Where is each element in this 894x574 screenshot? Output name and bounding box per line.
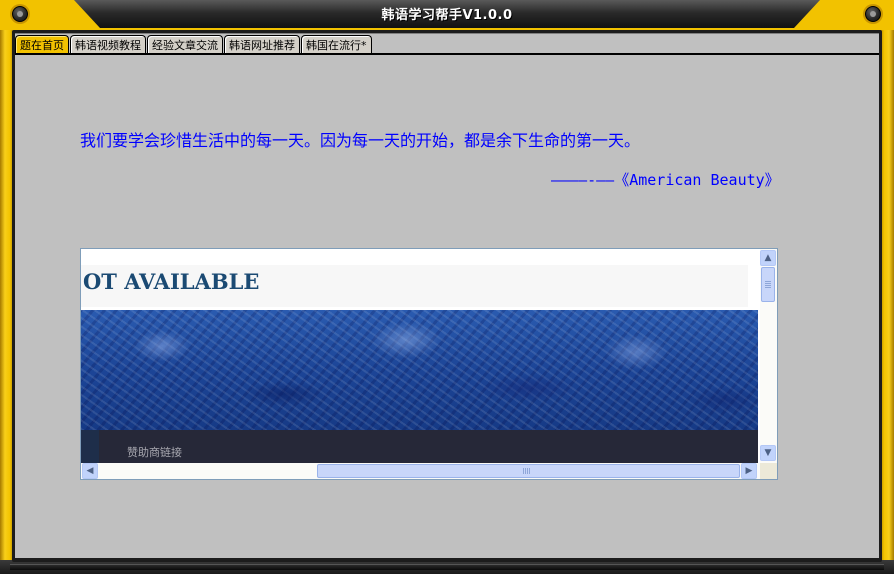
horizontal-scroll-thumb[interactable] [317,464,740,478]
horizontal-scrollbar[interactable]: ◀ ▶ [81,463,760,479]
title-bar[interactable]: 韩语学习帮手V1.0.0 [0,0,894,30]
sponsor-links-link[interactable]: 赞助商链接 [127,444,182,460]
vertical-scrollbar[interactable]: ▲ ▼ [760,249,777,463]
tab-home[interactable]: 题在首页 [15,35,69,53]
arrow-up-icon[interactable]: ▲ [760,250,776,266]
quote-attribution: ————-——《American Beauty》 [551,171,780,189]
window-frame-right [880,0,894,574]
window-frame-bottom [0,560,894,574]
tab-korean-trends[interactable]: 韩国在流行* [301,35,372,53]
tab-article-exchange[interactable]: 经验文章交流 [147,35,223,53]
tab-video-tutorials[interactable]: 韩语视频教程 [70,35,146,53]
tab-bar: 题在首页 韩语视频教程 经验文章交流 韩语网址推荐 韩国在流行* [15,35,373,55]
window-frame-bottom-edge [10,564,884,570]
scroll-grip-icon [523,468,531,474]
web-page-footer: 赞助商链接 [81,430,758,463]
tab-recommended-sites[interactable]: 韩语网址推荐 [224,35,300,53]
app-window: 韩语学习帮手V1.0.0 题在首页 韩语视频教程 经验文章交流 韩语网址推荐 韩… [0,0,894,574]
tab-baseline [15,53,879,55]
arrow-down-icon[interactable]: ▼ [760,445,776,461]
embedded-web-view[interactable]: OT AVAILABLE 赞助商链接 ▲ ▼ ◀ ▶ [80,248,778,480]
web-page-heading: OT AVAILABLE [83,269,260,294]
footer-accent [81,430,99,463]
scroll-grip-icon [765,281,771,288]
web-page-banner-image [81,310,758,430]
scrollbar-corner [760,463,777,479]
vertical-scroll-thumb[interactable] [761,267,775,302]
app-title: 韩语学习帮手V1.0.0 [381,8,513,23]
arrow-right-icon[interactable]: ▶ [741,463,757,479]
arrow-left-icon[interactable]: ◀ [82,463,98,479]
quote-text: 我们要学会珍惜生活中的每一天。因为每一天的开始，都是余下生命的第一天。 [80,131,641,150]
